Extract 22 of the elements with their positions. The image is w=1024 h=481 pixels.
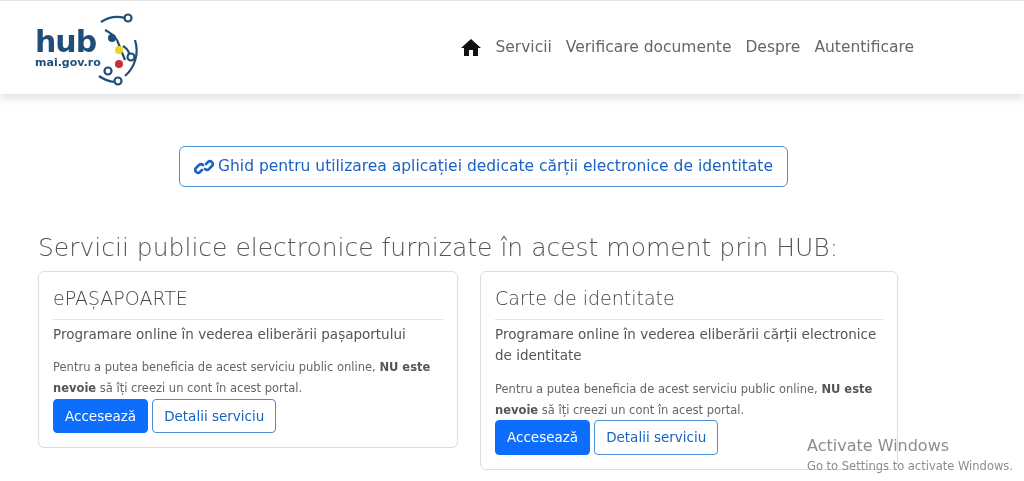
activation-title: Activate Windows	[807, 435, 951, 457]
card-title: ePAȘAPOARTE	[53, 284, 443, 320]
nav-link[interactable]: Autentificare	[814, 35, 914, 60]
logo-domain: mai.gov.ro	[35, 57, 101, 68]
nav-link[interactable]: Servicii	[495, 35, 552, 60]
activation-text: Go to Settings to activate Windows.	[807, 458, 1013, 475]
details-button[interactable]: Detalii serviciu	[152, 398, 277, 433]
card-subtitle: Programare online în vederea eliberării pașaportului	[53, 324, 407, 345]
card-subtitle: Programare online în vederea eliberării cărții electronice de identitate	[495, 324, 878, 366]
link-icon	[194, 158, 214, 175]
page-heading: Servicii publice electronice furnizate în acest moment prin HUB:	[38, 233, 840, 264]
nav-link[interactable]: Despre	[745, 35, 801, 60]
card-note: Pentru a putea beneficia de acest serviciu public online, NU este nevoie să îți creezi un cont în acest portal.	[53, 359, 432, 398]
home-icon[interactable]	[461, 39, 482, 56]
access-button[interactable]: Accesează	[495, 420, 591, 455]
logo-wordmark: hub	[35, 27, 97, 57]
card-title: Carte de identitate	[495, 284, 883, 320]
access-button[interactable]: Accesează	[53, 398, 149, 433]
nav-link[interactable]: Verificare documente	[565, 35, 732, 60]
details-button[interactable]: Detalii serviciu	[594, 420, 719, 455]
card-note: Pentru a putea beneficia de acest serviciu public online, NU este nevoie să îți creezi un cont în acest portal.	[495, 380, 874, 419]
guide-link[interactable]: Ghid pentru utilizarea aplicației dedicate cărții electronice de identitate	[179, 146, 788, 188]
